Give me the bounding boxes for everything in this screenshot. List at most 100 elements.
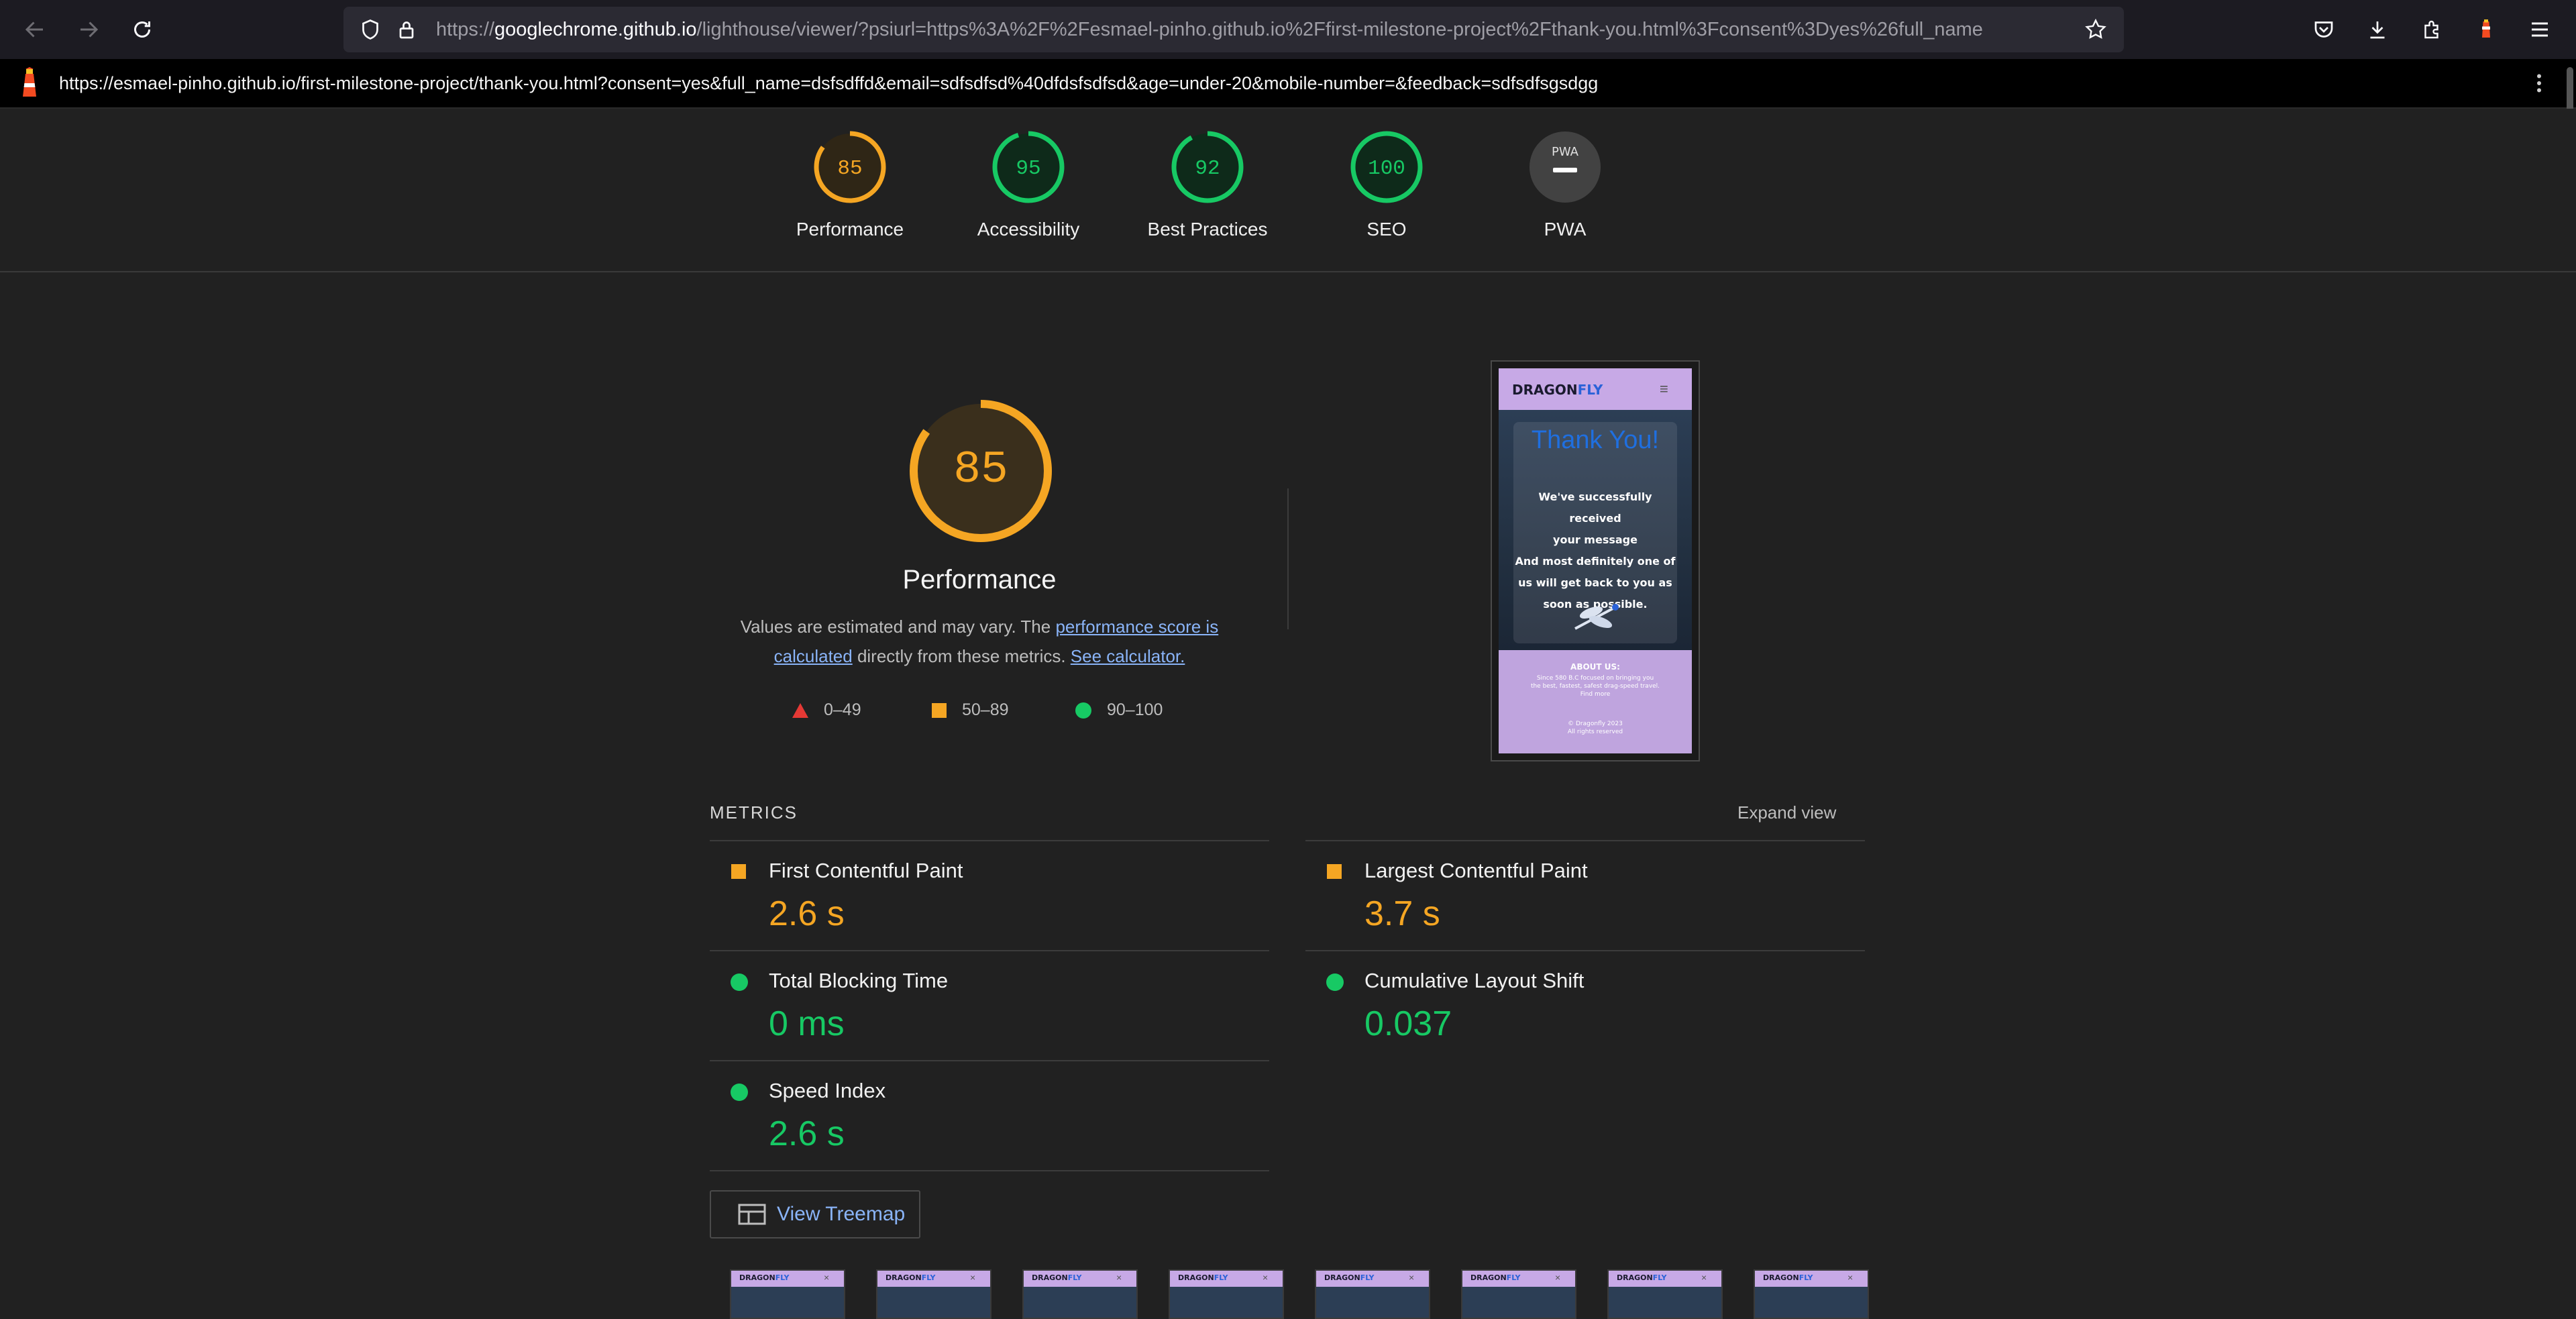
- legend-pass-label: 90–100: [1107, 700, 1163, 719]
- pwa-badge-text: PWA: [1552, 145, 1579, 159]
- puzzle-icon: [2424, 20, 2438, 39]
- gauge-label: PWA: [1544, 219, 1587, 240]
- screenshot-hero: Thank You! We've successfully received yo…: [1499, 410, 1692, 650]
- category-gauge-accessibility[interactable]: 95 Accessibility: [948, 129, 1109, 240]
- category-gauge-seo[interactable]: 100 SEO: [1306, 129, 1467, 240]
- metric-value: 0 ms: [769, 1004, 845, 1043]
- filmstrip-frame[interactable]: DRAGONFLY ×: [730, 1269, 845, 1319]
- screenshot-message-card: Thank You! We've successfully received yo…: [1513, 422, 1677, 643]
- lighthouse-icon: [2482, 19, 2490, 38]
- shot-lines-line: And most definitely one of: [1515, 555, 1676, 568]
- tested-url[interactable]: https://esmael-pinho.github.io/first-mil…: [59, 59, 1598, 107]
- shot-lines-line: us will get back to you as: [1518, 576, 1672, 589]
- screenshot-about-title: ABOUT US:: [1570, 662, 1620, 672]
- filmstrip-frame[interactable]: DRAGONFLY ×: [1315, 1269, 1430, 1319]
- legend-average: 50–89: [931, 700, 1009, 720]
- metric-total-blocking-time: Total Blocking Time 0 ms: [710, 950, 1269, 1060]
- desc-text-2: directly from these metrics.: [852, 646, 1071, 666]
- performance-description: Values are estimated and may vary. The p…: [724, 612, 1234, 671]
- more-options-icon[interactable]: [2529, 71, 2549, 95]
- expand-view-toggle[interactable]: Expand view: [1737, 802, 1836, 823]
- gauge-label: Performance: [796, 219, 904, 240]
- lighthouse-topbar: https://esmael-pinho.github.io/first-mil…: [0, 59, 2576, 109]
- screenshot-brand: DRAGONFLY: [1512, 382, 1603, 398]
- download-icon: [2370, 21, 2385, 39]
- extensions-button[interactable]: [2412, 9, 2453, 50]
- final-screenshot-image: DRAGONFLY ≡ Thank You! We've successfull…: [1499, 368, 1692, 753]
- desc-text-1: Values are estimated and may vary. The: [740, 617, 1056, 637]
- filmstrip-frame[interactable]: DRAGONFLY ×: [1022, 1269, 1138, 1319]
- legend-fail: 0–49: [792, 700, 861, 720]
- see-calculator-link[interactable]: See calculator.: [1071, 646, 1185, 666]
- triangle-icon: [792, 702, 808, 718]
- about-lines-line: Since 580 B.C focused on bringing you: [1536, 675, 1654, 682]
- gauge-score: 92: [1195, 157, 1220, 180]
- category-gauge-performance[interactable]: 85 Performance: [769, 129, 930, 240]
- legend-average-label: 50–89: [962, 700, 1009, 719]
- circle-icon: [1075, 702, 1091, 719]
- section-divider: [1287, 488, 1289, 629]
- square-icon: [932, 702, 947, 718]
- metrics-title: METRICS: [710, 802, 798, 823]
- metric-name: Total Blocking Time: [769, 969, 949, 992]
- url-text[interactable]: https://googlechrome.github.io/lighthous…: [436, 7, 2073, 52]
- screenshot-menu-icon: ≡: [1660, 380, 1668, 397]
- gauge-label: Accessibility: [977, 219, 1080, 240]
- lighthouse-logo-icon: [23, 67, 36, 97]
- metric-name: Largest Contentful Paint: [1364, 859, 1588, 882]
- view-treemap-label: View Treemap: [777, 1203, 906, 1225]
- filmstrip-frame[interactable]: DRAGONFLY ×: [1607, 1269, 1723, 1319]
- gauge-ring: PWA: [1529, 131, 1601, 203]
- gauge-label: SEO: [1366, 219, 1407, 240]
- arrow-right-icon: [80, 21, 99, 38]
- treemap-icon: [738, 1204, 766, 1225]
- metric-cumulative-layout-shift: Cumulative Layout Shift 0.037: [1305, 950, 1865, 1060]
- view-treemap-button[interactable]: View Treemap: [710, 1190, 920, 1238]
- metric-name: Cumulative Layout Shift: [1364, 969, 1585, 992]
- browser-toolbar: https://googlechrome.github.io/lighthous…: [0, 0, 2576, 59]
- shot-lines-line: We've successfully received: [1538, 490, 1652, 525]
- circle-icon: [730, 1083, 749, 1105]
- square-icon: [730, 863, 747, 884]
- lock-icon[interactable]: [394, 17, 419, 42]
- forward-button[interactable]: [68, 9, 109, 50]
- metric-largest-contentful-paint: Largest Contentful Paint 3.7 s: [1305, 840, 1865, 950]
- filmstrip-frame[interactable]: DRAGONFLY ×: [876, 1269, 991, 1319]
- metric-value: 0.037: [1364, 1004, 1452, 1043]
- downloads-button[interactable]: [2357, 9, 2398, 50]
- square-icon: [1326, 863, 1343, 884]
- metric-name: First Contentful Paint: [769, 859, 963, 882]
- address-bar[interactable]: https://googlechrome.github.io/lighthous…: [343, 7, 2124, 52]
- metric-value: 3.7 s: [1364, 894, 1440, 933]
- reload-button[interactable]: [122, 9, 162, 50]
- arrow-left-icon: [25, 21, 43, 38]
- category-gauge-pwa[interactable]: PWA PWA: [1485, 129, 1646, 240]
- gauge-score: 100: [1368, 157, 1405, 180]
- gauge-label: Best Practices: [1147, 219, 1268, 240]
- pocket-icon: [2314, 21, 2333, 38]
- category-gauge-best-practices[interactable]: 92 Best Practices: [1127, 129, 1288, 240]
- shield-icon[interactable]: [358, 17, 382, 42]
- filmstrip-frame[interactable]: DRAGONFLY ×: [1754, 1269, 1869, 1319]
- category-scores-header: 85 Performance 95 Accessibility 92 Best Pract…: [0, 109, 2576, 272]
- screenshot-heading: Thank You!: [1531, 426, 1660, 454]
- hamburger-icon: [2532, 22, 2548, 37]
- performance-score: 85: [953, 444, 1008, 496]
- metric-value: 2.6 s: [769, 894, 845, 933]
- metric-first-contentful-paint: First Contentful Paint 2.6 s: [710, 840, 1269, 950]
- gauge-ring: 95: [992, 131, 1065, 203]
- filmstrip-frame[interactable]: DRAGONFLY ×: [1461, 1269, 1576, 1319]
- back-button[interactable]: [15, 9, 55, 50]
- reload-icon: [134, 21, 150, 38]
- filmstrip-frame[interactable]: DRAGONFLY ×: [1169, 1269, 1284, 1319]
- copy-lines-line: © Dragonfly 2023: [1568, 721, 1623, 727]
- bookmark-star-icon[interactable]: [2084, 17, 2108, 42]
- gauge-score: 85: [837, 157, 862, 180]
- final-screenshot[interactable]: DRAGONFLY ≡ Thank You! We've successfull…: [1491, 360, 1700, 761]
- about-lines-line: Find more: [1580, 691, 1611, 698]
- pocket-button[interactable]: [2304, 9, 2344, 50]
- app-menu-button[interactable]: [2520, 9, 2560, 50]
- gauge-ring: 100: [1350, 131, 1423, 203]
- performance-title: Performance: [902, 565, 1057, 594]
- lighthouse-extension-button[interactable]: [2466, 9, 2506, 50]
